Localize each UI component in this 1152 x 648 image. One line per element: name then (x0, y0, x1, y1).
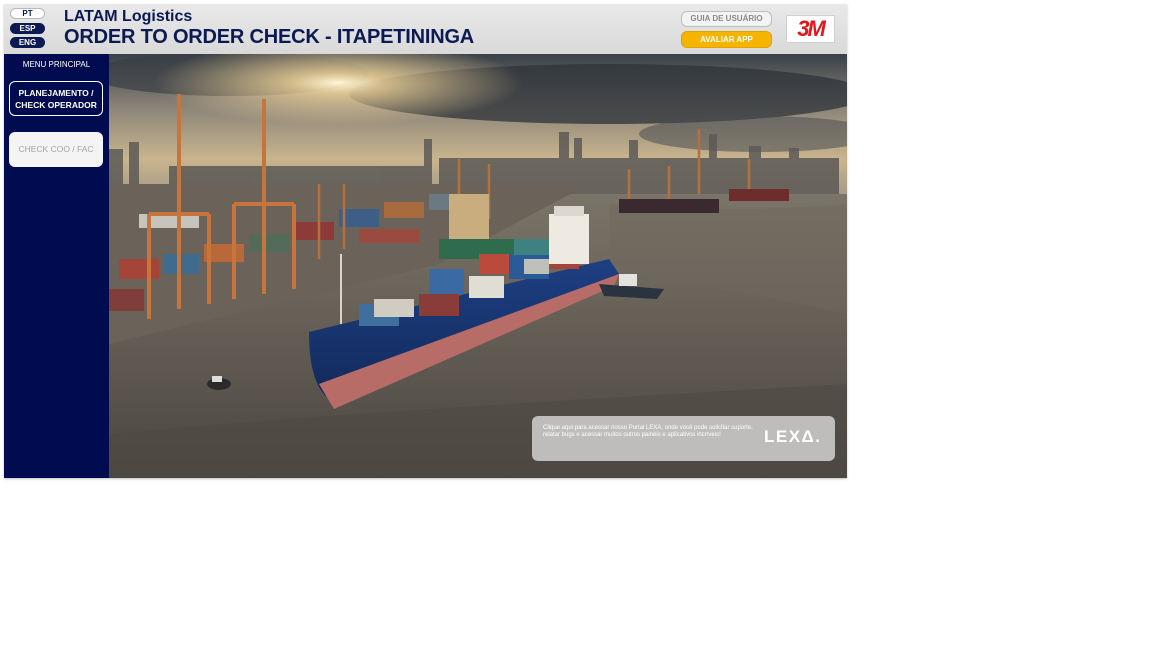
lexa-portal-card[interactable]: Clique aqui para acessar nosso Portal LE… (532, 416, 835, 461)
hero-port-image: Clique aqui para acessar nosso Portal LE… (109, 54, 847, 478)
lexa-logo: LEXΔ. (764, 427, 822, 446)
language-eng-button[interactable]: ENG (10, 37, 45, 48)
header: PT ESP ENG LATAM Logistics ORDER TO ORDE… (4, 4, 847, 54)
app-window: PT ESP ENG LATAM Logistics ORDER TO ORDE… (4, 4, 847, 478)
sidebar-menu-title: MENU PRINCIPAL (22, 60, 91, 69)
sidebar: MENU PRINCIPAL PLANEJAMENTO / CHECK OPER… (4, 54, 109, 478)
3m-logo: 3M (786, 15, 835, 43)
language-esp-button[interactable]: ESP (10, 23, 45, 34)
rate-app-button[interactable]: AVALIAR APP (681, 31, 772, 48)
user-guide-button[interactable]: GUIA DE USUÁRIO (681, 11, 772, 27)
language-pt-button[interactable]: PT (10, 8, 45, 19)
sidebar-item-check-coo[interactable]: CHECK COO / FAC (9, 132, 103, 167)
sidebar-item-label: PLANEJAMENTO / CHECK OPERADOR (15, 87, 97, 110)
sidebar-item-label: CHECK COO / FAC (18, 144, 94, 154)
sidebar-item-planejamento[interactable]: PLANEJAMENTO / CHECK OPERADOR (9, 81, 103, 116)
lexa-portal-description: Clique aqui para acessar nosso Portal LE… (543, 425, 753, 438)
page-title: ORDER TO ORDER CHECK - ITAPETININGA (64, 26, 475, 48)
brand-title: LATAM Logistics (64, 8, 193, 25)
port-container-ship-photo (109, 54, 847, 478)
